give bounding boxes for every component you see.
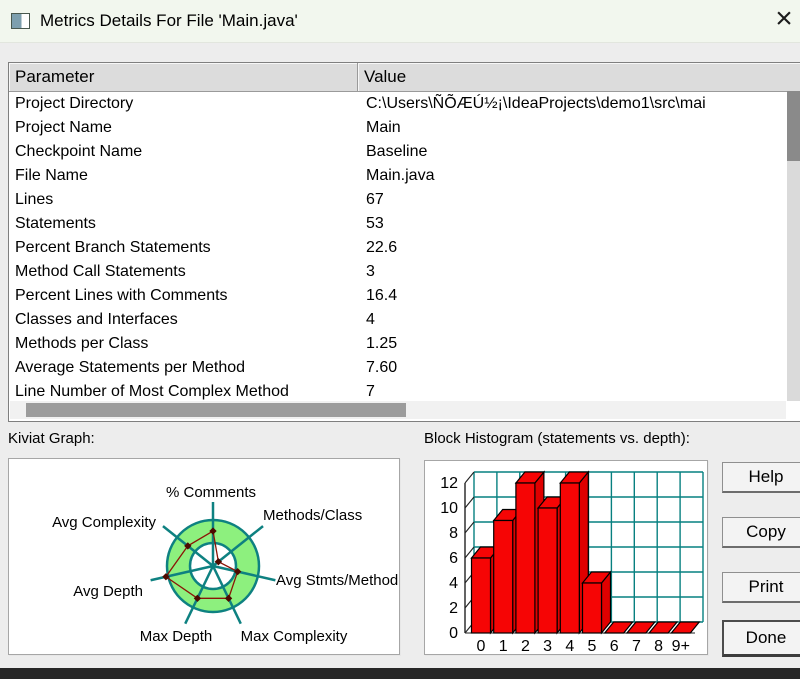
table-row[interactable]: Checkpoint Name Baseline (9, 140, 800, 164)
parameter-cell: Percent Branch Statements (15, 239, 211, 256)
table-row[interactable]: Percent Lines with Comments 16.4 (9, 284, 800, 308)
copy-button[interactable]: Copy (722, 517, 800, 548)
value-cell: Main.java (366, 167, 435, 184)
parameter-cell: Percent Lines with Comments (15, 287, 228, 304)
bar-front-face (470, 557, 492, 634)
y-tick-label: 2 (449, 600, 458, 617)
kiviat-axis-label: Methods/Class (263, 507, 362, 524)
block-histogram-chart: 0246810120 1 2 3 4 5 6 7 8 9+ (440, 470, 704, 654)
x-tick-label: 6 (610, 638, 619, 654)
table-row[interactable]: Method Call Statements 3 (9, 260, 800, 284)
parameter-cell: Project Name (15, 119, 112, 136)
table-row[interactable]: Project Name Main (9, 116, 800, 140)
done-button[interactable]: Done (722, 620, 800, 657)
value-cell: 3 (366, 263, 375, 280)
x-tick-label: 1 (499, 638, 508, 654)
parameter-cell: Lines (15, 191, 54, 208)
parameter-cell: Average Statements per Method (15, 359, 246, 376)
x-tick-label: 2 (521, 638, 530, 654)
x-tick-label: 3 (543, 638, 552, 654)
depth-tick (464, 521, 475, 534)
bar-front-face (537, 507, 558, 634)
parameter-cell: Classes and Interfaces (15, 311, 178, 328)
kiviat-graph: % Comments Methods/Class Avg Stmts/Method M… (52, 484, 398, 645)
value-cell: C:\Users\ÑÕÆÚ½¡\IdeaProjects\demo1\src\m… (366, 95, 706, 112)
value-cell: 7 (366, 383, 375, 400)
kiviat-graph-label: Kiviat Graph: (8, 430, 95, 447)
table-row[interactable]: Project Directory C:\Users\ÑÕÆÚ½¡\IdeaPro… (9, 92, 800, 116)
bar-front-face (559, 482, 580, 634)
help-button[interactable]: Help (722, 462, 800, 493)
depth-tick (464, 496, 475, 509)
horizontal-scrollbar[interactable] (10, 401, 786, 419)
print-button[interactable]: Print (722, 572, 800, 603)
vertical-scrollbar[interactable] (787, 91, 800, 401)
x-tick-label: 0 (477, 638, 486, 654)
value-cell: 4 (366, 311, 375, 328)
parameter-cell: Line Number of Most Complex Method (15, 383, 289, 400)
parameter-cell: Checkpoint Name (15, 143, 143, 160)
kiviat-axis-label: % Comments (166, 484, 256, 501)
value-cell: 67 (366, 191, 384, 208)
y-tick-label: 0 (449, 625, 458, 642)
table-row[interactable]: Average Statements per Method 7.60 (9, 356, 800, 380)
kiviat-axis-label: Avg Complexity (52, 514, 156, 531)
kiviat-axis-label: Avg Stmts/Method (276, 572, 398, 589)
y-tick-label: 6 (449, 550, 458, 567)
table-row[interactable]: Percent Branch Statements 22.6 (9, 236, 800, 260)
kiviat-axis-label: Avg Depth (73, 583, 143, 600)
y-tick-label: 10 (440, 500, 458, 517)
value-cell: 16.4 (366, 287, 398, 304)
value-cell: Main (366, 119, 401, 136)
y-tick-label: 8 (449, 525, 458, 542)
table-header: Parameter Value (9, 63, 800, 92)
value-cell: 22.6 (366, 239, 398, 256)
x-tick-label: 9+ (672, 638, 690, 654)
parameter-cell: Method Call Statements (15, 263, 186, 280)
x-tick-label: 4 (565, 638, 574, 654)
value-cell: Baseline (366, 143, 428, 160)
column-header-parameter[interactable]: Parameter (9, 63, 358, 91)
table-row[interactable]: Line Number of Most Complex Method 7 (9, 380, 800, 400)
window-title: Metrics Details For File 'Main.java' (40, 11, 298, 30)
x-tick-label: 5 (588, 638, 597, 654)
bar-front-face (581, 582, 603, 634)
x-tick-label: 7 (632, 638, 641, 654)
table-body: Project Directory C:\Users\ÑÕÆÚ½¡\IdeaPro… (9, 92, 800, 400)
bar-front-face (493, 519, 514, 634)
block-histogram-label: Block Histogram (statements vs. depth): (424, 430, 690, 447)
close-icon[interactable]: × (769, 2, 799, 36)
metrics-table: Parameter Value Project Directory C:\User… (8, 62, 800, 422)
table-row[interactable]: Methods per Class 1.25 (9, 332, 800, 356)
value-cell: 53 (366, 215, 384, 232)
table-row[interactable]: File Name Main.java (9, 164, 800, 188)
table-row[interactable]: Lines 67 (9, 188, 800, 212)
kiviat-graph-panel: % Comments Methods/Class Avg Stmts/Method M… (8, 458, 400, 655)
parameter-cell: Project Directory (15, 95, 134, 112)
block-histogram-panel: 0 2 4 6 8 10 12 0 1 2 3 4 5 6 7 8 9+ (424, 460, 708, 655)
parameter-cell: Statements (15, 215, 96, 232)
parameter-cell: Methods per Class (15, 335, 149, 352)
table-row[interactable]: Statements 53 (9, 212, 800, 236)
parameter-cell: File Name (15, 167, 88, 184)
kiviat-axis-label: Max Complexity (241, 628, 348, 645)
title-bar: Metrics Details For File 'Main.java' × (0, 0, 800, 43)
vertical-scrollbar-thumb[interactable] (787, 91, 800, 161)
column-header-value[interactable]: Value (358, 63, 800, 91)
horizontal-scrollbar-thumb[interactable] (26, 403, 406, 417)
bar-front-face (515, 482, 536, 634)
window-icon (11, 13, 30, 29)
value-cell: 1.25 (366, 335, 398, 352)
bottom-edge-strip (0, 668, 800, 679)
y-tick-label: 4 (449, 575, 458, 592)
y-tick-label: 12 (440, 475, 458, 492)
table-row[interactable]: Classes and Interfaces 4 (9, 308, 800, 332)
kiviat-axis-label: Max Depth (140, 628, 213, 645)
value-cell: 7.60 (366, 359, 398, 376)
depth-tick (464, 471, 475, 484)
x-tick-label: 8 (654, 638, 663, 654)
